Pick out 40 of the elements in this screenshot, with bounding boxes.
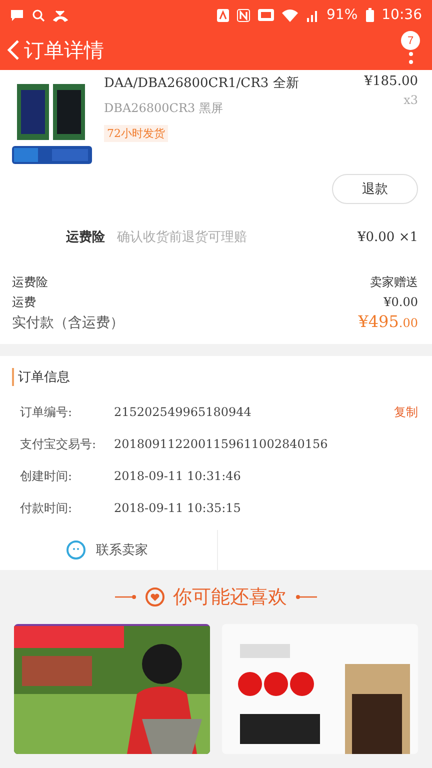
summary-value: ¥0.00 <box>384 294 418 311</box>
contact-seller-button[interactable]: 联系卖家 <box>12 530 218 570</box>
section-heading: 你可能还喜欢 <box>173 585 287 610</box>
notification-badge: 7 <box>401 31 420 50</box>
info-value: 2018091122001159611002840156 <box>114 437 329 451</box>
insurance-description: 确认收货前退货可理赔 <box>117 229 248 246</box>
info-value: 2018-09-11 10:31:46 <box>114 469 242 483</box>
total-amount: ¥495.00 <box>358 312 418 331</box>
summary-value: 卖家赠送 <box>370 274 418 291</box>
info-label: 付款时间: <box>20 500 74 516</box>
arrow-line-icon <box>295 594 317 600</box>
battery-icon <box>366 8 374 22</box>
page-title: 订单详情 <box>24 36 105 64</box>
message-icon <box>10 8 24 22</box>
info-label: 创建时间: <box>20 468 74 484</box>
info-label: 支付宝交易号: <box>20 436 98 452</box>
info-value: 215202549965180944 <box>114 405 252 419</box>
shipping-tag: 72小时发货 <box>104 125 168 142</box>
summary-label: 运费 <box>12 294 36 311</box>
chat-face-icon <box>66 540 86 560</box>
battery-percent: 91% <box>326 7 358 23</box>
search-icon <box>32 8 45 22</box>
product-price: ¥185.00 <box>364 74 418 89</box>
refund-button[interactable]: 退款 <box>332 174 418 204</box>
summary-label: 运费险 <box>12 274 48 291</box>
arrow-line-icon <box>115 594 137 600</box>
back-icon[interactable] <box>6 39 20 61</box>
wifi-icon <box>282 8 298 22</box>
clock: 10:36 <box>382 7 422 23</box>
insurance-price: ¥0.00 ×1 <box>357 230 418 244</box>
insurance-label: 运费险 <box>66 229 105 246</box>
product-title: DAA/DBA26800CR1/CR3 全新 <box>104 75 300 92</box>
info-label: 订单编号: <box>20 404 74 420</box>
product-variant: DBA26800CR3 黑屏 <box>104 100 224 117</box>
product-quantity: x3 <box>404 93 418 107</box>
total-label: 实付款（含运费） <box>12 314 124 332</box>
section-title: 订单信息 <box>12 368 418 386</box>
nfc-icon <box>236 8 250 22</box>
info-value: 2018-09-11 10:35:15 <box>114 501 242 515</box>
signal-icon <box>306 8 319 22</box>
